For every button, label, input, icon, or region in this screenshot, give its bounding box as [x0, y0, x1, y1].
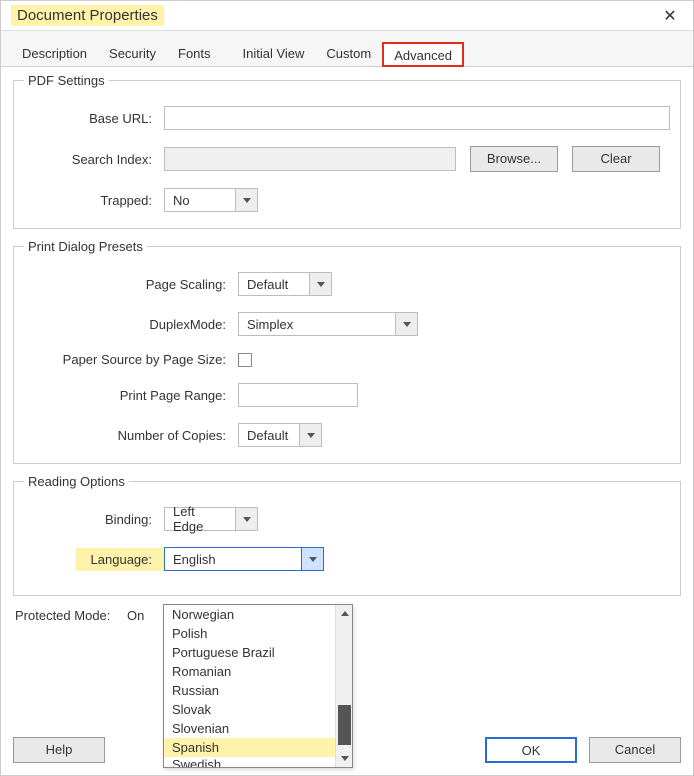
chevron-down-icon	[235, 508, 257, 530]
close-icon[interactable]: ✕	[655, 6, 685, 26]
ok-button[interactable]: OK	[485, 737, 577, 763]
tab-bar: Description Security Fonts Initial View …	[1, 31, 693, 67]
base-url-input[interactable]	[164, 106, 670, 130]
binding-value: Left Edge	[165, 504, 235, 534]
print-range-label: Print Page Range:	[24, 388, 238, 403]
chevron-down-icon	[309, 273, 331, 295]
tab-advanced[interactable]: Advanced	[382, 42, 464, 67]
language-option[interactable]: Romanian	[164, 662, 352, 681]
language-option[interactable]: Polish	[164, 624, 352, 643]
titlebar: Document Properties ✕	[1, 1, 693, 31]
duplex-value: Simplex	[239, 317, 395, 332]
tab-description[interactable]: Description	[11, 41, 98, 66]
group-print-legend: Print Dialog Presets	[24, 239, 147, 254]
trapped-label: Trapped:	[24, 193, 164, 208]
dropdown-scrollbar[interactable]	[335, 605, 352, 767]
language-option[interactable]: Slovak	[164, 700, 352, 719]
page-scaling-label: Page Scaling:	[24, 277, 238, 292]
search-index-label: Search Index:	[24, 152, 164, 167]
group-pdf-legend: PDF Settings	[24, 73, 109, 88]
paper-source-label: Paper Source by Page Size:	[24, 352, 238, 367]
trapped-select[interactable]: No	[164, 188, 258, 212]
cancel-button[interactable]: Cancel	[589, 737, 681, 763]
print-range-input[interactable]	[238, 383, 358, 407]
protected-mode-label: Protected Mode:	[15, 608, 127, 623]
scroll-thumb[interactable]	[338, 705, 351, 745]
chevron-down-icon	[235, 189, 257, 211]
browse-button[interactable]: Browse...	[470, 146, 558, 172]
binding-select[interactable]: Left Edge	[164, 507, 258, 531]
group-reading-legend: Reading Options	[24, 474, 129, 489]
language-option[interactable]: Russian	[164, 681, 352, 700]
chevron-down-icon	[395, 313, 417, 335]
language-dropdown-popup[interactable]: Norwegian Polish Portuguese Brazil Roman…	[163, 604, 353, 768]
copies-select[interactable]: Default	[238, 423, 322, 447]
trapped-value: No	[165, 193, 235, 208]
copies-value: Default	[239, 428, 299, 443]
chevron-down-icon	[299, 424, 321, 446]
language-option[interactable]: Portuguese Brazil	[164, 643, 352, 662]
group-pdf-settings: PDF Settings Base URL: Search Index: Bro…	[13, 73, 681, 229]
base-url-label: Base URL:	[24, 111, 164, 126]
group-reading-options: Reading Options Binding: Left Edge Langu…	[13, 474, 681, 596]
scroll-up-icon[interactable]	[336, 605, 353, 622]
language-label: Language:	[76, 548, 164, 571]
help-button[interactable]: Help	[13, 737, 105, 763]
paper-source-checkbox[interactable]	[238, 353, 252, 367]
clear-button[interactable]: Clear	[572, 146, 660, 172]
tab-fonts[interactable]: Fonts	[167, 41, 232, 66]
duplex-select[interactable]: Simplex	[238, 312, 418, 336]
protected-mode-value: On	[127, 608, 144, 623]
language-select[interactable]: English	[164, 547, 324, 571]
language-option[interactable]: Slovenian	[164, 719, 352, 738]
tab-custom[interactable]: Custom	[315, 41, 382, 66]
binding-label: Binding:	[24, 512, 164, 527]
window-title: Document Properties	[11, 5, 164, 26]
language-option[interactable]: Norwegian	[164, 605, 352, 624]
page-scaling-select[interactable]: Default	[238, 272, 332, 296]
language-option-selected[interactable]: Spanish	[164, 738, 352, 757]
language-value: English	[165, 552, 301, 567]
duplex-label: DuplexMode:	[24, 317, 238, 332]
group-print-presets: Print Dialog Presets Page Scaling: Defau…	[13, 239, 681, 464]
tab-security[interactable]: Security	[98, 41, 167, 66]
copies-label: Number of Copies:	[24, 428, 238, 443]
tab-initial-view[interactable]: Initial View	[232, 41, 316, 66]
chevron-down-icon	[301, 548, 323, 570]
page-scaling-value: Default	[239, 277, 309, 292]
scroll-down-icon[interactable]	[336, 750, 353, 767]
search-index-input	[164, 147, 456, 171]
language-option[interactable]: Swedish	[164, 757, 352, 767]
